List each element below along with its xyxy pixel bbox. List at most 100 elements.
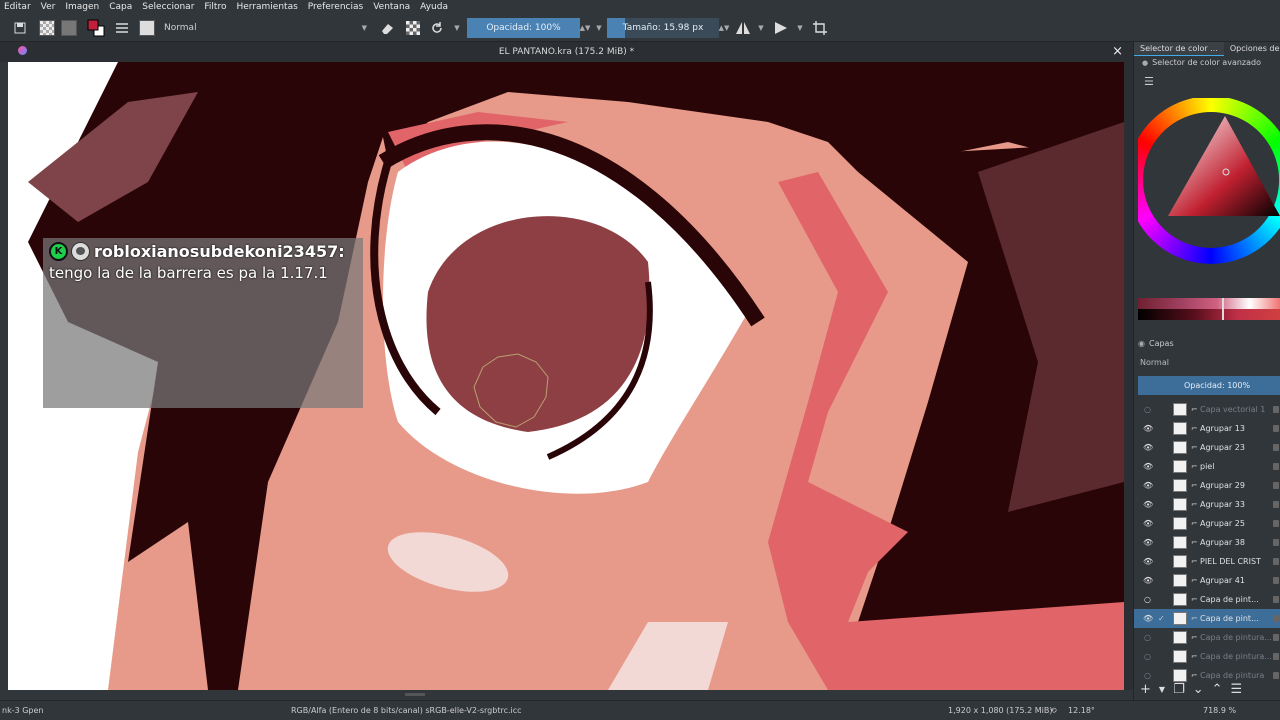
eye-closed-icon[interactable]: ○	[1143, 633, 1152, 642]
menu-editar[interactable]: Editar	[0, 2, 36, 12]
layer-row[interactable]: 👁 ⌐ Agrupar 38	[1134, 533, 1280, 552]
eye-icon[interactable]: 👁	[1143, 538, 1153, 547]
preserve-alpha-icon[interactable]	[404, 18, 422, 38]
chevron-down-icon[interactable]: ▼	[452, 18, 462, 38]
layer-row[interactable]: 👁 ⌐ PIEL DEL CRIST	[1134, 552, 1280, 571]
blend-mode-select[interactable]: Normal ▼	[158, 19, 370, 37]
menu-seleccionar[interactable]: Seleccionar	[137, 2, 199, 12]
canvas-horizontal-scrollbar[interactable]	[0, 690, 1133, 700]
eye-closed-icon[interactable]: ○	[1143, 595, 1152, 604]
tab-tool-options[interactable]: Opciones de	[1224, 42, 1280, 56]
layer-row[interactable]: 👁 ⌐ Agrupar 23	[1134, 438, 1280, 457]
opacity-stepper[interactable]: ▲▼	[580, 18, 591, 38]
checkmark-icon[interactable]: ✓	[1158, 614, 1165, 623]
save-icon[interactable]	[12, 18, 28, 38]
group-icon: ⌐	[1191, 557, 1198, 566]
menu-ver[interactable]: Ver	[36, 2, 61, 12]
menu-preferencias[interactable]: Preferencias	[303, 2, 368, 12]
menu-filtro[interactable]: Filtro	[199, 2, 231, 12]
layer-row[interactable]: ○ ⌐ Capa de pintura...	[1134, 647, 1280, 666]
lock-icon[interactable]	[1273, 558, 1279, 565]
group-icon: ⌐	[1191, 595, 1198, 604]
lock-icon[interactable]	[1273, 653, 1279, 660]
lock-icon[interactable]	[1273, 634, 1279, 641]
eye-icon[interactable]: 👁	[1143, 462, 1153, 471]
move-up-icon[interactable]: ⌃	[1212, 682, 1223, 697]
layer-row[interactable]: ○ ⌐ Capa vectorial 1	[1134, 400, 1280, 419]
menu-imagen[interactable]: Imagen	[60, 2, 104, 12]
layer-properties-icon[interactable]: ☰	[1231, 682, 1243, 697]
add-layer-icon[interactable]: +	[1140, 682, 1151, 697]
pattern-preset-icon[interactable]	[60, 18, 78, 38]
chevron-down-icon[interactable]: ▼	[1159, 685, 1165, 694]
opacity-slider[interactable]: Opacidad: 100%	[467, 18, 580, 38]
lock-icon[interactable]	[1273, 425, 1279, 432]
list-icon[interactable]: ☰	[1144, 75, 1154, 88]
menu-ayuda[interactable]: Ayuda	[415, 2, 453, 12]
reload-preset-icon[interactable]	[428, 18, 446, 38]
wrap-around-icon[interactable]	[811, 18, 829, 38]
lock-icon[interactable]	[1273, 406, 1279, 413]
layer-name: Capa de pint...	[1200, 614, 1259, 623]
menu-herramientas[interactable]: Herramientas	[231, 2, 302, 12]
menu-capa[interactable]: Capa	[104, 2, 137, 12]
lock-icon[interactable]	[1273, 615, 1279, 622]
size-slider[interactable]: Tamaño: 15.98 px	[607, 18, 719, 38]
lock-icon[interactable]	[1273, 539, 1279, 546]
eye-icon[interactable]: 👁	[1143, 614, 1153, 623]
brush-preset-name[interactable]: nk-3 Gpen	[2, 706, 44, 715]
chevron-down-icon[interactable]: ▼	[594, 18, 604, 38]
scrollbar-thumb[interactable]	[405, 693, 425, 696]
eye-icon[interactable]: 👁	[1143, 481, 1153, 490]
close-icon[interactable]: ×	[1112, 44, 1123, 59]
canvas-vertical-scrollbar[interactable]	[1124, 62, 1133, 690]
chevron-down-icon[interactable]: ▼	[795, 18, 805, 38]
layer-row[interactable]: 👁 ⌐ piel	[1134, 457, 1280, 476]
eye-closed-icon[interactable]: ○	[1143, 405, 1152, 414]
lock-icon[interactable]	[1273, 596, 1279, 603]
eye-icon[interactable]: 👁	[1143, 519, 1153, 528]
layer-row[interactable]: 👁 ⌐ Agrupar 41	[1134, 571, 1280, 590]
lock-icon[interactable]	[1273, 482, 1279, 489]
lock-icon[interactable]	[1273, 501, 1279, 508]
layer-row[interactable]: ○ ⌐ Capa de pintura...	[1134, 628, 1280, 647]
chat-username: robloxianosubdekoni23457:	[94, 242, 345, 261]
layer-row[interactable]: 👁 ⌐ Agrupar 29	[1134, 476, 1280, 495]
size-stepper[interactable]: ▲▼	[719, 18, 730, 38]
tab-color-selector[interactable]: Selector de color ...	[1134, 42, 1224, 56]
zoom-value[interactable]: 718.9 %	[1203, 706, 1236, 715]
eye-icon[interactable]: 👁	[1143, 424, 1153, 433]
layer-row[interactable]: 👁 ✓ ⌐ Capa de pint...	[1134, 609, 1280, 628]
eraser-icon[interactable]	[378, 18, 396, 38]
move-down-icon[interactable]: ⌄	[1193, 682, 1204, 697]
brush-preset-icon[interactable]	[138, 18, 156, 38]
eye-closed-icon[interactable]: ○	[1143, 652, 1152, 661]
layers-opacity-slider[interactable]: Opacidad: 100%	[1138, 376, 1280, 395]
lock-icon[interactable]	[1273, 520, 1279, 527]
eye-icon[interactable]: 👁	[1143, 576, 1153, 585]
menu-ventana[interactable]: Ventana	[368, 2, 415, 12]
fg-bg-color-icon[interactable]	[86, 18, 106, 38]
chevron-down-icon[interactable]: ▼	[756, 18, 766, 38]
lock-icon[interactable]	[1273, 444, 1279, 451]
mirror-vertical-icon[interactable]	[773, 18, 791, 38]
mirror-horizontal-icon[interactable]	[734, 18, 752, 38]
eye-icon[interactable]: 👁	[1143, 443, 1153, 452]
blend-mode-value: Normal	[164, 23, 197, 33]
brush-settings-icon[interactable]	[114, 18, 130, 38]
lock-icon[interactable]	[1273, 577, 1279, 584]
layer-name: PIEL DEL CRIST	[1200, 557, 1261, 566]
layer-row[interactable]: ○ ⌐ Capa de pint...	[1134, 590, 1280, 609]
rotation-icon[interactable]: ⟲	[1050, 706, 1057, 715]
layer-row[interactable]: 👁 ⌐ Agrupar 25	[1134, 514, 1280, 533]
layer-row[interactable]: 👁 ⌐ Agrupar 33	[1134, 495, 1280, 514]
layer-row[interactable]: 👁 ⌐ Agrupar 13	[1134, 419, 1280, 438]
eye-icon[interactable]: 👁	[1143, 557, 1153, 566]
layers-blend-mode[interactable]: Normal	[1140, 358, 1169, 367]
duplicate-layer-icon[interactable]: ❐	[1173, 682, 1185, 697]
color-history-bar[interactable]	[1138, 298, 1280, 320]
gradient-preset-icon[interactable]	[38, 18, 56, 38]
eye-icon[interactable]: 👁	[1143, 500, 1153, 509]
lock-icon[interactable]	[1273, 463, 1279, 470]
color-wheel[interactable]	[1127, 96, 1280, 284]
